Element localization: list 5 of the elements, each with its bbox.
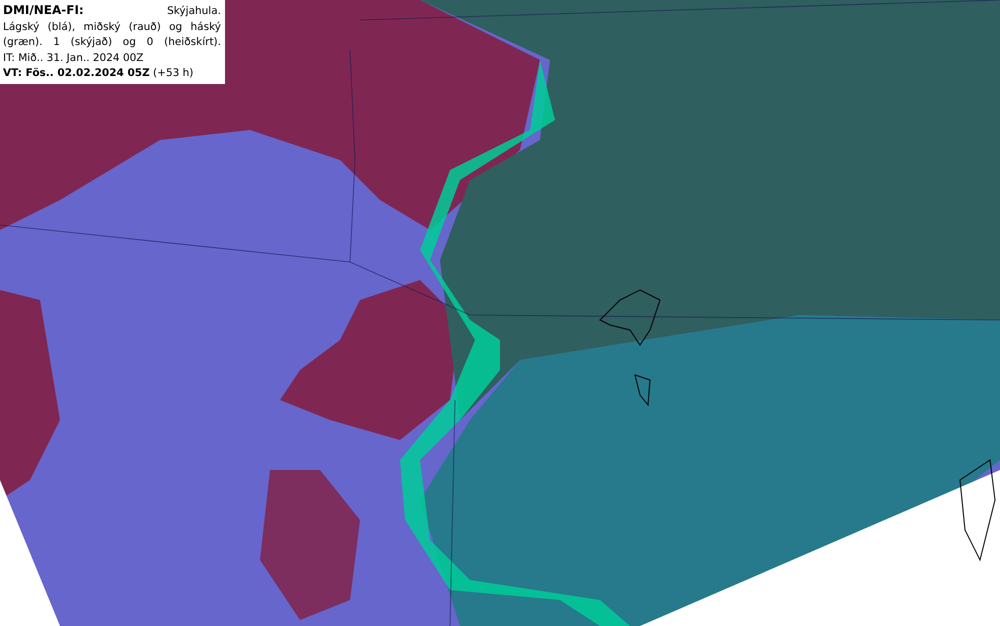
legend-description: Lágský (blá), miðský (rauð) og háský (græn). 1 (skýjað) og 0 (heiðskírt). [3, 20, 221, 50]
init-time: IT: Mið.. 31. Jan.. 2024 00Z [3, 50, 144, 66]
legend-title: Skýjahula. [167, 4, 221, 19]
valid-time: VT: Fös.. 02.02.2024 05Z (+53 h) [3, 66, 194, 81]
legend-source: DMI/NEA-FI: [3, 3, 84, 18]
